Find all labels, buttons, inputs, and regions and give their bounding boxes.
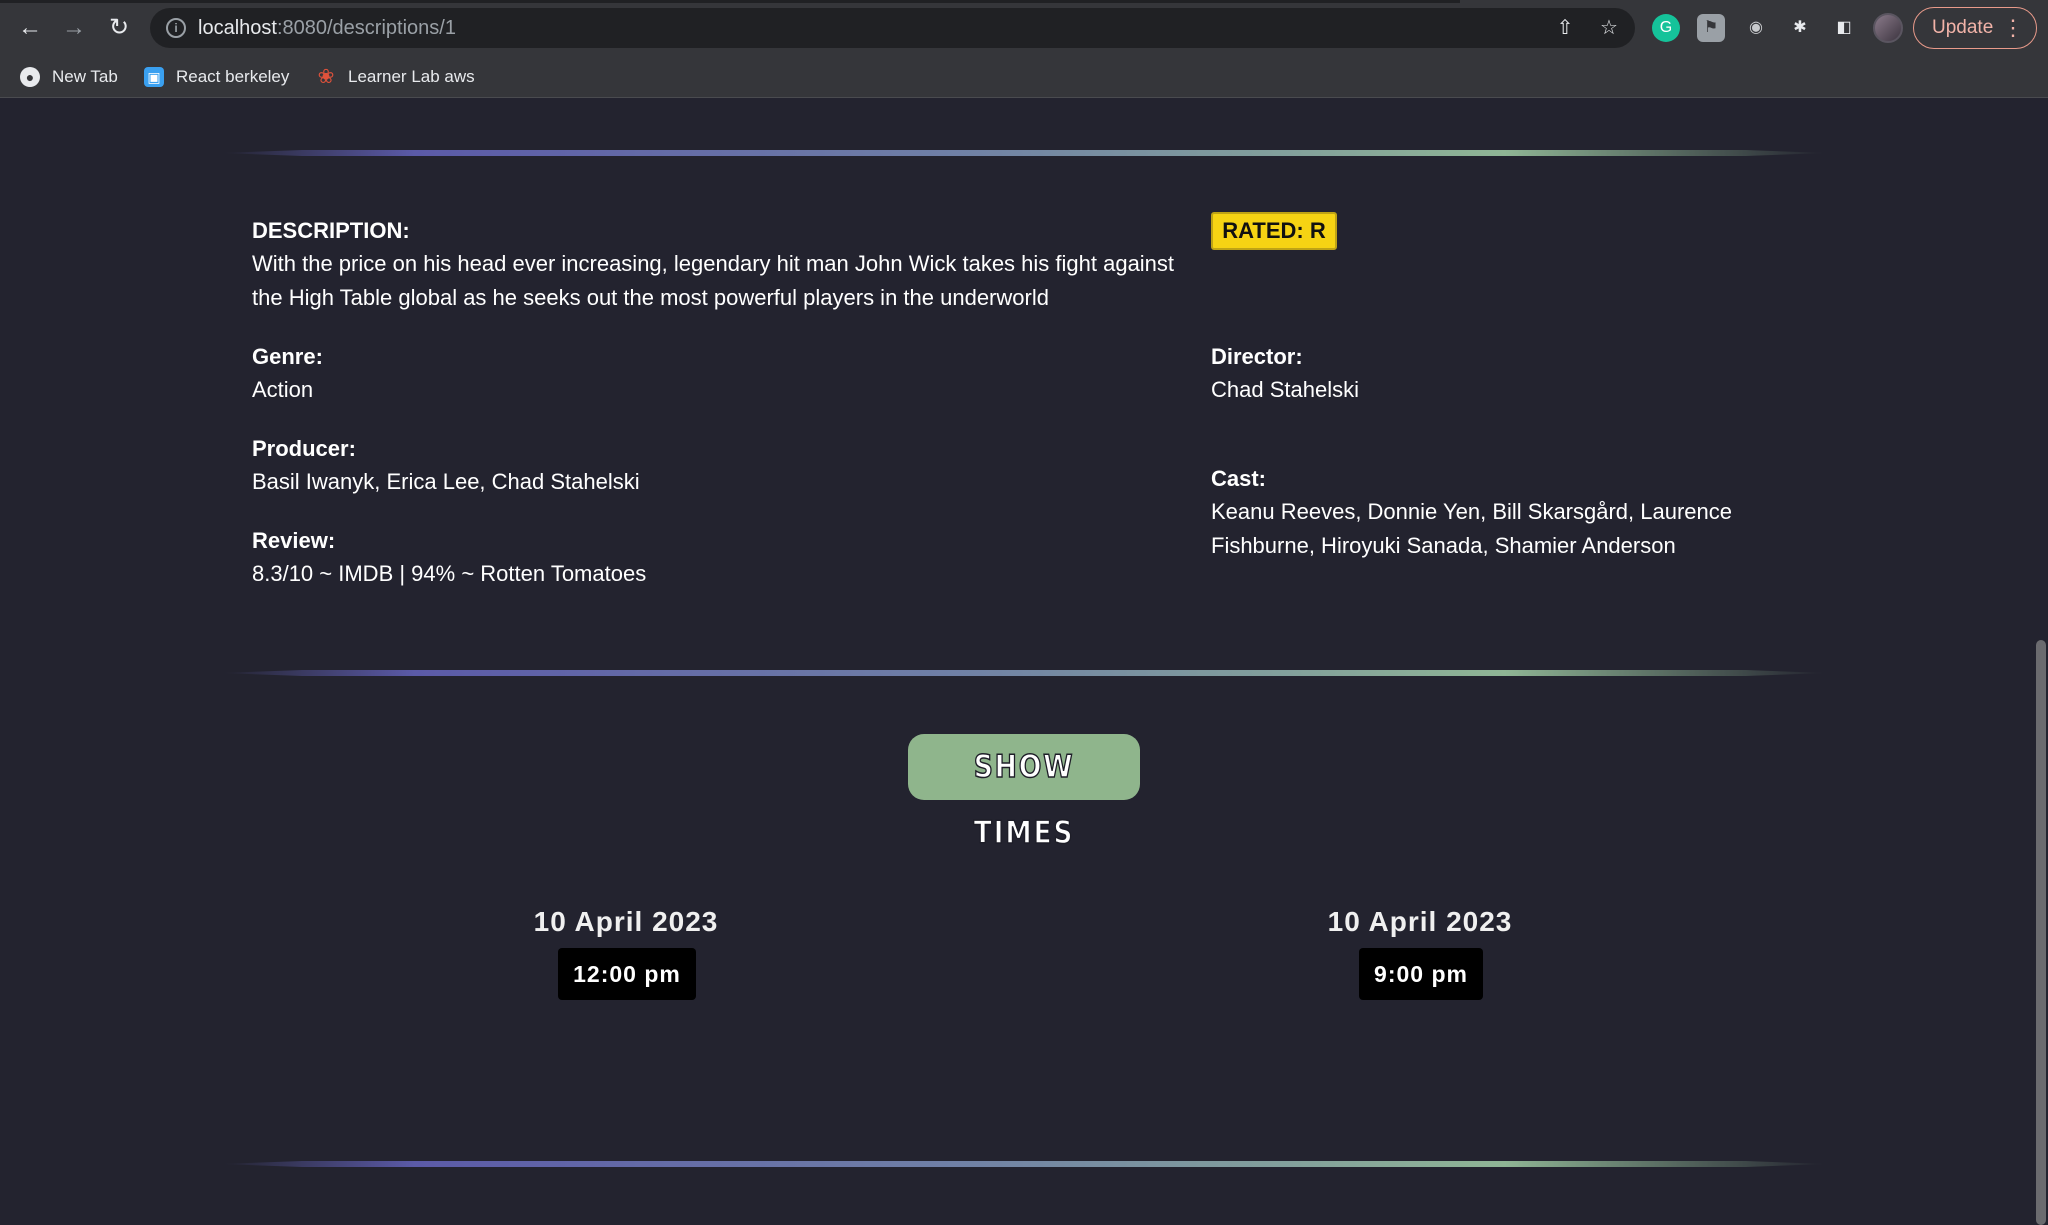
review-value: 8.3/10 ~ IMDB | 94% ~ Rotten Tomatoes — [252, 561, 647, 586]
aws-logo-icon: ❀ — [317, 66, 335, 88]
site-info-icon[interactable]: i — [166, 18, 186, 38]
show-times-button[interactable]: SHOW TIMES — [908, 734, 1140, 852]
url-host: localhost — [198, 17, 277, 39]
producer-value: Basil Iwanyk, Erica Lee, Chad Stahelski — [252, 469, 640, 494]
description-text-line1: With the price on his head ever increasi… — [252, 251, 1175, 276]
description-text-line2: the High Table global as he seeks out th… — [252, 285, 1049, 310]
bookmark-star-icon[interactable]: ☆ — [1597, 16, 1621, 40]
update-button[interactable]: Update ⋮ — [1913, 7, 2037, 49]
side-panel-icon[interactable]: ◧ — [1830, 14, 1858, 42]
share-icon[interactable]: ⇧ — [1553, 16, 1577, 40]
rating-badge: RATED: R — [1211, 212, 1337, 250]
page-scrollbar[interactable] — [2036, 640, 2046, 1225]
monitor-icon: ▣ — [144, 67, 164, 87]
address-bar[interactable]: i localhost:8080/descriptions/1 ⇧ ☆ — [150, 8, 1635, 48]
forward-arrow-icon[interactable]: → — [58, 12, 90, 44]
section-divider-bottom — [222, 1161, 1826, 1167]
reload-icon[interactable]: ↻ — [103, 12, 135, 44]
bookmark-label: Learner Lab aws — [348, 67, 475, 86]
review-label: Review: — [252, 528, 336, 553]
update-label: Update — [1932, 17, 1994, 38]
profile-avatar[interactable] — [1873, 13, 1903, 43]
bookmark-learner-lab-aws[interactable]: ❀ Learner Lab aws — [316, 60, 475, 94]
producer-label: Producer: — [252, 436, 356, 461]
browser-toolbar: ← → ↻ i localhost:8080/descriptions/1 ⇧ … — [0, 0, 2048, 56]
cast-label: Cast: — [1211, 466, 1267, 491]
bookmark-new-tab[interactable]: ● New Tab — [20, 60, 118, 94]
menu-kebab-icon[interactable]: ⋮ — [2002, 8, 2024, 47]
camera-icon[interactable]: ◉ — [1742, 14, 1770, 42]
director-value: Chad Stahelski — [1211, 377, 1359, 402]
bookmarks-bar: ● New Tab ▣ React berkeley ❀ Learner Lab… — [0, 56, 2048, 98]
url-path: :8080/descriptions/1 — [276, 17, 456, 39]
puzzle-extensions-icon[interactable]: ✱ — [1786, 14, 1814, 42]
url-text[interactable]: localhost:8080/descriptions/1 — [198, 17, 456, 40]
globe-icon: ● — [20, 67, 40, 87]
tab-strip-edge — [0, 0, 1460, 3]
show-times-label: SHOW TIMES — [973, 748, 1075, 852]
movie-description-page: DESCRIPTION: With the price on his head … — [0, 98, 2048, 1225]
genre-value: Action — [252, 377, 314, 402]
showtime-date: 10 April 2023 — [1327, 906, 1513, 937]
showtime-date: 10 April 2023 — [533, 906, 719, 937]
section-divider-top — [222, 150, 1826, 156]
showtime-time-button[interactable]: 12:00 pm — [558, 948, 696, 1000]
showtime-time-button[interactable]: 9:00 pm — [1359, 948, 1483, 1000]
description-label: DESCRIPTION: — [252, 218, 410, 243]
director-label: Director: — [1211, 344, 1303, 369]
bookmark-label: React berkeley — [176, 67, 290, 86]
cast-value-line1: Keanu Reeves, Donnie Yen, Bill Skarsgård… — [1211, 499, 1733, 524]
bookmark-label: New Tab — [52, 67, 118, 86]
grammarly-icon[interactable]: G — [1652, 14, 1680, 42]
extension-app-icon[interactable]: ⚑ — [1697, 14, 1725, 42]
section-divider-middle — [222, 670, 1826, 676]
bookmark-react-berkeley[interactable]: ▣ React berkeley — [144, 60, 289, 94]
back-arrow-icon[interactable]: ← — [14, 12, 46, 44]
genre-label: Genre: — [252, 344, 323, 369]
cast-value-line2: Fishburne, Hiroyuki Sanada, Shamier Ande… — [1211, 533, 1676, 558]
